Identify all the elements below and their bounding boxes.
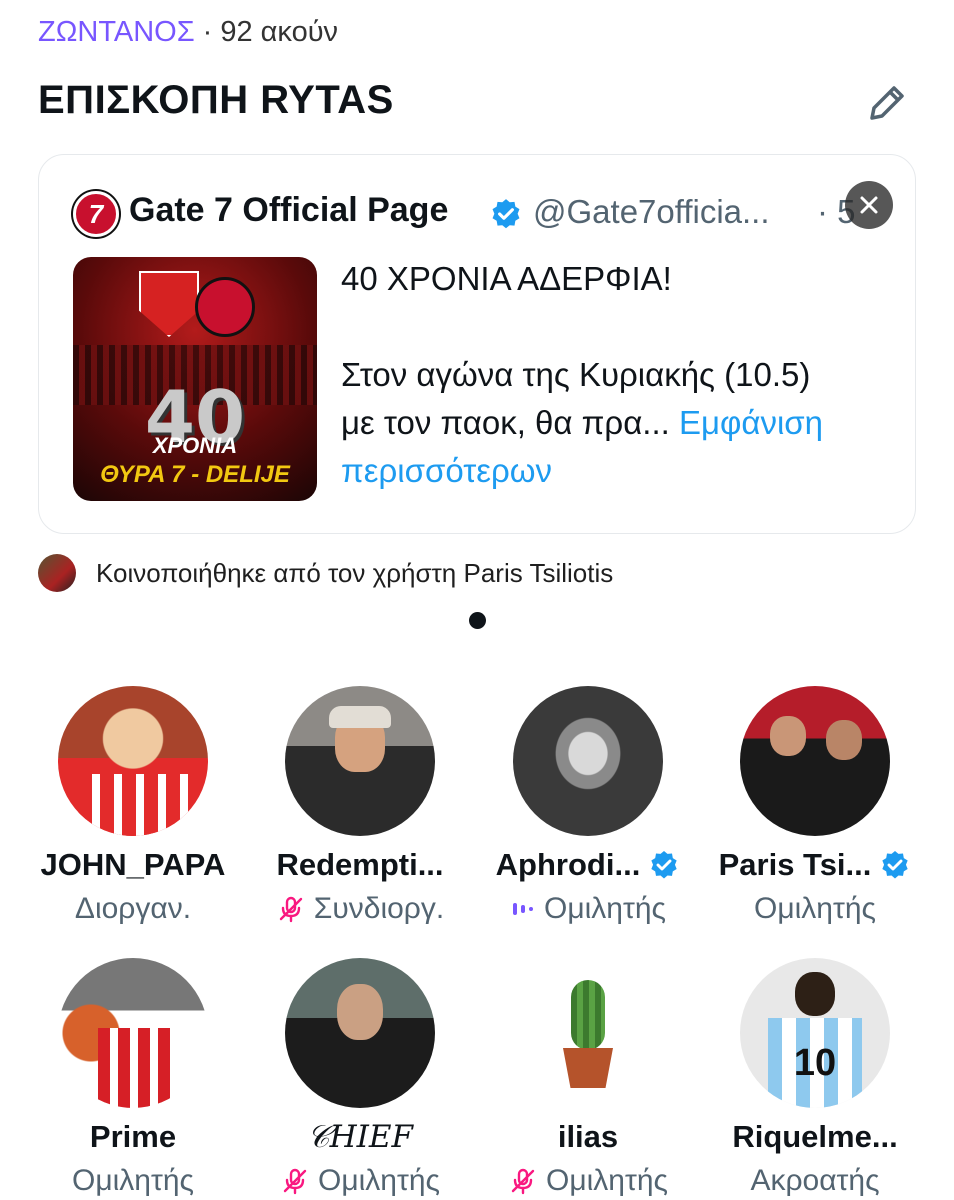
avatar[interactable] xyxy=(740,958,890,1108)
close-icon xyxy=(860,196,878,214)
participant-role: Ομιλητής xyxy=(754,892,876,925)
participant-name: JOHN_PAPA xyxy=(40,847,226,882)
participant-card[interactable]: 𝒞HIEF Ομιλητής xyxy=(242,958,478,1200)
tweet-headline: 40 ΧΡΟΝΙΑ ΑΔΕΡΦΙΑ! xyxy=(341,260,672,297)
avatar[interactable] xyxy=(58,686,208,836)
mic-muted-icon xyxy=(279,896,302,923)
participant-role: Συνδιοργ. xyxy=(313,892,445,925)
avatar[interactable] xyxy=(513,686,663,836)
participant-card[interactable]: Aphrodi... Ομιλητής xyxy=(470,686,706,928)
verified-badge-icon xyxy=(882,851,909,879)
tweet-author-handle[interactable]: @Gate7officia... xyxy=(533,193,770,231)
tweet-body-line: με τον παοκ, θα πρα... xyxy=(341,404,670,441)
participant-card[interactable]: Riquelme... Ακροατής xyxy=(697,958,933,1200)
participant-name: 𝒞HIEF xyxy=(306,1118,414,1155)
gate7-crest-icon xyxy=(195,277,255,337)
participant-card[interactable]: Paris Tsi... Ομιλητής xyxy=(697,686,933,928)
participant-role: Ομιλητής xyxy=(544,892,666,925)
participant-name: Paris Tsi... xyxy=(718,847,872,882)
participant-role: Ακροατής xyxy=(750,1164,880,1197)
avatar[interactable] xyxy=(285,958,435,1108)
tweet-author-name[interactable]: Gate 7 Official Page xyxy=(129,191,448,230)
participant-card[interactable]: JOHN_PAPA Διοργαν. xyxy=(15,686,251,928)
participant-name: Redempti... xyxy=(276,847,444,882)
tweet-media-image[interactable]: 40 ΧΡΟΝΙΑ ΘΥΡΑ 7 - DELIJE xyxy=(73,257,317,501)
speaking-bars-icon xyxy=(513,903,534,915)
verified-badge-icon xyxy=(651,851,677,879)
image-banner: ΘΥΡΑ 7 - DELIJE xyxy=(100,461,290,488)
sharer-avatar[interactable] xyxy=(38,554,76,592)
avatar[interactable] xyxy=(285,686,435,836)
participant-card[interactable]: ilias Ομιλητής xyxy=(470,958,706,1200)
listener-count: 92 ακούν xyxy=(220,16,339,48)
shared-by-text: Κοινοποιήθηκε από τον χρήστη Paris Tsili… xyxy=(96,557,614,588)
participant-name: ilias xyxy=(557,1119,619,1154)
image-word: ΧΡΟΝΙΑ xyxy=(152,433,238,458)
participant-role: Ομιλητής xyxy=(546,1164,668,1197)
avatar[interactable] xyxy=(58,958,208,1108)
verified-badge-icon xyxy=(492,199,520,229)
participant-card[interactable]: Prime Ομιλητής xyxy=(15,958,251,1200)
participant-role: Διοργαν. xyxy=(74,892,192,925)
tweet-body-line: Στον αγώνα της Κυριακής (10.5) xyxy=(341,356,811,393)
pencil-icon[interactable] xyxy=(862,78,912,128)
tweet-author-avatar[interactable]: 7 xyxy=(73,191,119,237)
tweet-text: 40 ΧΡΟΝΙΑ ΑΔΕΡΦΙΑ! Στον αγώνα της Κυριακ… xyxy=(341,255,901,495)
participant-role: Ομιλητής xyxy=(318,1164,440,1197)
live-status: ΖΩΝΤΑΝΟΣ · 92 ακούν xyxy=(38,16,338,49)
mic-muted-icon xyxy=(283,1168,307,1195)
close-pinned-tweet-button[interactable] xyxy=(845,181,893,229)
participant-name: Riquelme... xyxy=(732,1119,898,1154)
participant-name: Aphrodi... xyxy=(495,847,641,882)
separator-dot: · xyxy=(202,16,213,48)
avatar[interactable] xyxy=(513,958,663,1108)
avatar[interactable] xyxy=(740,686,890,836)
page-indicator-dot xyxy=(469,612,486,629)
mic-muted-icon xyxy=(511,1168,535,1195)
red-star-crest-icon xyxy=(139,271,199,337)
space-title: ΕΠΙΣΚΟΠΗ RYTAS xyxy=(38,78,394,122)
shared-by-row: Κοινοποιήθηκε από τον χρήστη Paris Tsili… xyxy=(38,554,613,592)
pinned-tweet-card[interactable]: 7 Gate 7 Official Page @Gate7officia... … xyxy=(38,154,916,534)
live-label: ΖΩΝΤΑΝΟΣ xyxy=(38,16,195,48)
participant-name: Prime xyxy=(89,1119,177,1154)
participant-role: Ομιλητής xyxy=(72,1164,194,1197)
participant-card[interactable]: Redempti... Συνδιοργ. xyxy=(242,686,478,928)
